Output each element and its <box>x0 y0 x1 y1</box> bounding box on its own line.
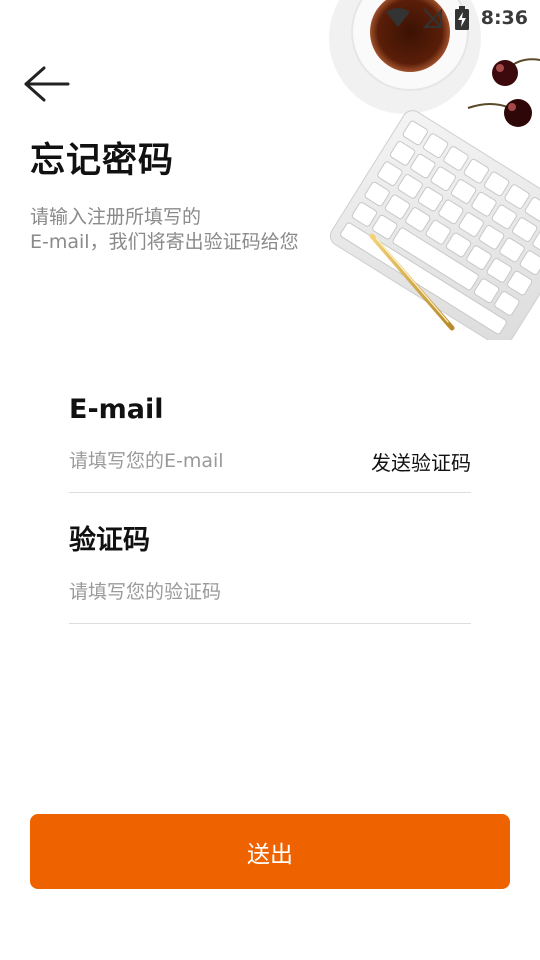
email-label: E-mail <box>69 394 164 425</box>
verification-code-input[interactable] <box>69 581 471 603</box>
subtitle-line-2: E-mail，我们将寄出验证码给您 <box>30 231 299 253</box>
cherries-image <box>467 58 540 127</box>
subtitle-line-1: 请输入注册所填写的 <box>30 206 202 228</box>
status-time: 8:36 <box>480 7 528 29</box>
wifi-icon <box>385 7 411 29</box>
page-title: 忘记密码 <box>30 141 175 181</box>
send-code-button[interactable]: 发送验证码 <box>371 447 471 476</box>
page-subtitle: 请输入注册所填写的 E-mail，我们将寄出验证码给您 <box>30 205 350 255</box>
code-row <box>69 561 471 624</box>
back-arrow-icon <box>22 64 70 108</box>
email-input[interactable] <box>69 450 371 472</box>
status-bar: 8:36 <box>385 0 540 36</box>
no-signal-icon <box>422 7 443 29</box>
code-label: 验证码 <box>69 525 150 556</box>
battery-charging-icon <box>454 6 469 30</box>
back-button[interactable] <box>20 64 72 108</box>
forgot-password-form: E-mail 发送验证码 验证码 <box>69 390 471 624</box>
submit-button[interactable]: 送出 <box>30 814 510 889</box>
email-row: 发送验证码 <box>69 430 471 493</box>
